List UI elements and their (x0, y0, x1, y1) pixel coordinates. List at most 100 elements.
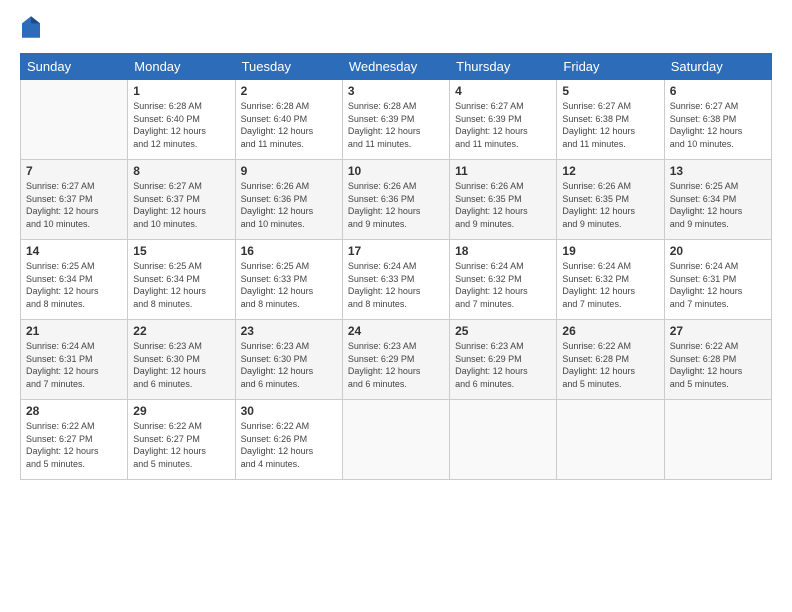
calendar-cell: 30Sunrise: 6:22 AM Sunset: 6:26 PM Dayli… (235, 400, 342, 480)
day-info: Sunrise: 6:27 AM Sunset: 6:39 PM Dayligh… (455, 100, 551, 150)
calendar-cell: 23 Sunrise: 6:23 AM Sunset: 6:30 PM Dayli… (235, 320, 342, 400)
header (20, 16, 772, 43)
day-number: 2 (241, 84, 337, 98)
day-number: 9 (241, 164, 337, 178)
day-number: 11 (455, 164, 551, 178)
calendar-cell: 10 Sunrise: 6:26 AM Sunset: 6:36 PM Dayli… (342, 160, 449, 240)
calendar-cell: 5 Sunrise: 6:27 AM Sunset: 6:38 PM Daylig… (557, 80, 664, 160)
logo (20, 16, 44, 43)
day-info: Sunrise: 6:26 AM Sunset: 6:35 PM Dayligh… (455, 180, 551, 230)
calendar-week-row: 1 Sunrise: 6:28 AM Sunset: 6:40 PM Daylig… (21, 80, 772, 160)
calendar-cell: 4 Sunrise: 6:27 AM Sunset: 6:39 PM Daylig… (450, 80, 557, 160)
day-info: Sunrise: 6:27 AM Sunset: 6:38 PM Dayligh… (670, 100, 766, 150)
day-number: 1 (133, 84, 229, 98)
day-info: Sunrise: 6:22 AM Sunset: 6:28 PM Dayligh… (670, 340, 766, 390)
day-number: 23 (241, 324, 337, 338)
calendar-cell: 20 Sunrise: 6:24 AM Sunset: 6:31 PM Dayli… (664, 240, 771, 320)
calendar-cell: 13 Sunrise: 6:25 AM Sunset: 6:34 PM Dayli… (664, 160, 771, 240)
day-info: Sunrise: 6:23 AM Sunset: 6:29 PM Dayligh… (348, 340, 444, 390)
day-number: 3 (348, 84, 444, 98)
day-number: 29 (133, 404, 229, 418)
weekday-header-sunday: Sunday (21, 54, 128, 80)
weekday-header-friday: Friday (557, 54, 664, 80)
day-info: Sunrise: 6:24 AM Sunset: 6:31 PM Dayligh… (26, 340, 122, 390)
day-info: Sunrise: 6:25 AM Sunset: 6:34 PM Dayligh… (26, 260, 122, 310)
day-info: Sunrise: 6:23 AM Sunset: 6:29 PM Dayligh… (455, 340, 551, 390)
weekday-header-tuesday: Tuesday (235, 54, 342, 80)
calendar-cell: 27 Sunrise: 6:22 AM Sunset: 6:28 PM Dayli… (664, 320, 771, 400)
day-info: Sunrise: 6:25 AM Sunset: 6:34 PM Dayligh… (670, 180, 766, 230)
day-info: Sunrise: 6:28 AM Sunset: 6:39 PM Dayligh… (348, 100, 444, 150)
day-number: 4 (455, 84, 551, 98)
calendar-cell (557, 400, 664, 480)
page: SundayMondayTuesdayWednesdayThursdayFrid… (0, 0, 792, 612)
day-info: Sunrise: 6:24 AM Sunset: 6:31 PM Dayligh… (670, 260, 766, 310)
day-info: Sunrise: 6:22 AM Sunset: 6:27 PM Dayligh… (133, 420, 229, 470)
day-info: Sunrise: 6:22 AM Sunset: 6:27 PM Dayligh… (26, 420, 122, 470)
day-info: Sunrise: 6:26 AM Sunset: 6:35 PM Dayligh… (562, 180, 658, 230)
day-number: 26 (562, 324, 658, 338)
day-info: Sunrise: 6:28 AM Sunset: 6:40 PM Dayligh… (241, 100, 337, 150)
calendar-cell: 29 Sunrise: 6:22 AM Sunset: 6:27 PM Dayli… (128, 400, 235, 480)
day-number: 30 (241, 404, 337, 418)
day-number: 28 (26, 404, 122, 418)
weekday-header-thursday: Thursday (450, 54, 557, 80)
calendar-cell: 8 Sunrise: 6:27 AM Sunset: 6:37 PM Daylig… (128, 160, 235, 240)
calendar-cell: 21 Sunrise: 6:24 AM Sunset: 6:31 PM Dayli… (21, 320, 128, 400)
weekday-header-monday: Monday (128, 54, 235, 80)
calendar-week-row: 14 Sunrise: 6:25 AM Sunset: 6:34 PM Dayli… (21, 240, 772, 320)
calendar-cell: 11 Sunrise: 6:26 AM Sunset: 6:35 PM Dayli… (450, 160, 557, 240)
calendar-week-row: 21 Sunrise: 6:24 AM Sunset: 6:31 PM Dayli… (21, 320, 772, 400)
calendar-cell (21, 80, 128, 160)
day-info: Sunrise: 6:24 AM Sunset: 6:32 PM Dayligh… (562, 260, 658, 310)
day-info: Sunrise: 6:27 AM Sunset: 6:37 PM Dayligh… (133, 180, 229, 230)
calendar-cell: 16 Sunrise: 6:25 AM Sunset: 6:33 PM Dayli… (235, 240, 342, 320)
day-number: 8 (133, 164, 229, 178)
day-info: Sunrise: 6:25 AM Sunset: 6:33 PM Dayligh… (241, 260, 337, 310)
calendar-cell: 1 Sunrise: 6:28 AM Sunset: 6:40 PM Daylig… (128, 80, 235, 160)
calendar-cell: 26 Sunrise: 6:22 AM Sunset: 6:28 PM Dayli… (557, 320, 664, 400)
day-number: 10 (348, 164, 444, 178)
calendar-cell: 17Sunrise: 6:24 AM Sunset: 6:33 PM Dayli… (342, 240, 449, 320)
calendar-cell: 6Sunrise: 6:27 AM Sunset: 6:38 PM Daylig… (664, 80, 771, 160)
calendar-cell: 15Sunrise: 6:25 AM Sunset: 6:34 PM Dayli… (128, 240, 235, 320)
day-number: 22 (133, 324, 229, 338)
day-number: 21 (26, 324, 122, 338)
day-info: Sunrise: 6:26 AM Sunset: 6:36 PM Dayligh… (348, 180, 444, 230)
day-info: Sunrise: 6:26 AM Sunset: 6:36 PM Dayligh… (241, 180, 337, 230)
day-number: 12 (562, 164, 658, 178)
calendar-cell: 9 Sunrise: 6:26 AM Sunset: 6:36 PM Daylig… (235, 160, 342, 240)
day-number: 19 (562, 244, 658, 258)
calendar-cell: 18 Sunrise: 6:24 AM Sunset: 6:32 PM Dayli… (450, 240, 557, 320)
day-number: 16 (241, 244, 337, 258)
day-number: 13 (670, 164, 766, 178)
day-number: 24 (348, 324, 444, 338)
day-number: 5 (562, 84, 658, 98)
calendar-week-row: 28 Sunrise: 6:22 AM Sunset: 6:27 PM Dayli… (21, 400, 772, 480)
calendar-cell (342, 400, 449, 480)
day-info: Sunrise: 6:28 AM Sunset: 6:40 PM Dayligh… (133, 100, 229, 150)
calendar-cell: 22 Sunrise: 6:23 AM Sunset: 6:30 PM Dayli… (128, 320, 235, 400)
day-info: Sunrise: 6:23 AM Sunset: 6:30 PM Dayligh… (133, 340, 229, 390)
calendar-cell: 28 Sunrise: 6:22 AM Sunset: 6:27 PM Dayli… (21, 400, 128, 480)
day-number: 27 (670, 324, 766, 338)
day-number: 7 (26, 164, 122, 178)
day-number: 15 (133, 244, 229, 258)
calendar-week-row: 7 Sunrise: 6:27 AM Sunset: 6:37 PM Daylig… (21, 160, 772, 240)
day-info: Sunrise: 6:22 AM Sunset: 6:28 PM Dayligh… (562, 340, 658, 390)
calendar-cell: 2 Sunrise: 6:28 AM Sunset: 6:40 PM Daylig… (235, 80, 342, 160)
calendar-table: SundayMondayTuesdayWednesdayThursdayFrid… (20, 53, 772, 480)
calendar-cell (664, 400, 771, 480)
weekday-header-saturday: Saturday (664, 54, 771, 80)
weekday-header-row: SundayMondayTuesdayWednesdayThursdayFrid… (21, 54, 772, 80)
day-info: Sunrise: 6:27 AM Sunset: 6:38 PM Dayligh… (562, 100, 658, 150)
day-number: 25 (455, 324, 551, 338)
day-info: Sunrise: 6:23 AM Sunset: 6:30 PM Dayligh… (241, 340, 337, 390)
logo-icon (22, 16, 40, 38)
day-number: 18 (455, 244, 551, 258)
day-number: 14 (26, 244, 122, 258)
calendar-cell: 24 Sunrise: 6:23 AM Sunset: 6:29 PM Dayli… (342, 320, 449, 400)
day-info: Sunrise: 6:24 AM Sunset: 6:32 PM Dayligh… (455, 260, 551, 310)
day-number: 20 (670, 244, 766, 258)
day-info: Sunrise: 6:27 AM Sunset: 6:37 PM Dayligh… (26, 180, 122, 230)
